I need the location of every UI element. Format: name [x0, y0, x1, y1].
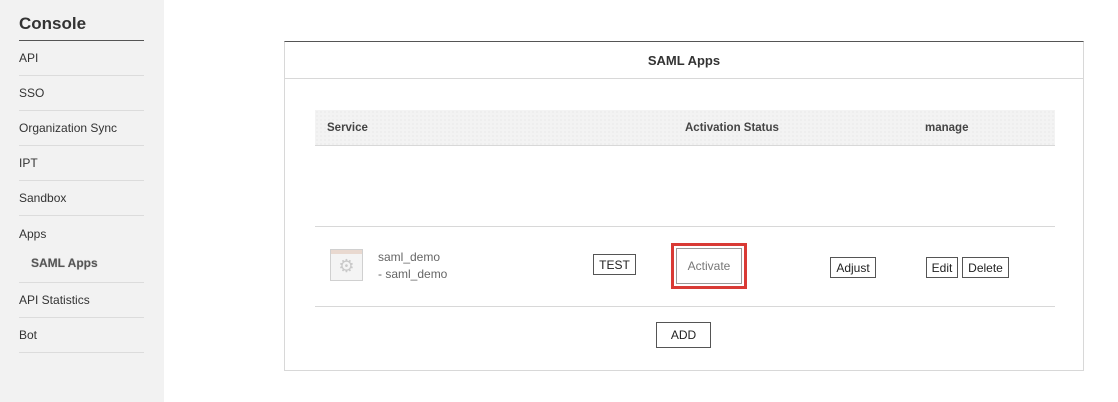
sidebar-item-api-statistics[interactable]: API Statistics [19, 283, 144, 318]
sidebar-item-apps: Apps SAML Apps [19, 216, 144, 283]
sidebar-nav: API SSO Organization Sync IPT Sandbox Ap… [19, 41, 144, 353]
delete-button[interactable]: Delete [962, 257, 1009, 278]
sidebar-item-sandbox[interactable]: Sandbox [19, 181, 144, 216]
gear-icon: ⚙ [338, 256, 355, 276]
sidebar-subitem-saml-apps[interactable]: SAML Apps [31, 256, 98, 270]
sidebar-item-sso[interactable]: SSO [19, 76, 144, 111]
test-button[interactable]: TEST [593, 254, 636, 275]
app-icon: ⚙ [330, 249, 363, 281]
saml-apps-panel: SAML Apps Service Activation Status mana… [284, 41, 1084, 371]
sidebar-title: Console [19, 14, 144, 41]
edit-button[interactable]: Edit [926, 257, 958, 278]
adjust-button[interactable]: Adjust [830, 257, 876, 278]
row-divider-bottom [315, 306, 1055, 307]
app-name-secondary: - saml_demo [378, 267, 448, 281]
column-header-activation-status: Activation Status [685, 122, 779, 134]
sidebar-item-api[interactable]: API [19, 41, 144, 76]
sidebar-item-apps-label[interactable]: Apps [19, 227, 46, 241]
sidebar-item-organization-sync[interactable]: Organization Sync [19, 111, 144, 146]
column-header-service: Service [327, 122, 368, 134]
activate-highlight: Activate [671, 243, 747, 289]
row-divider-top [315, 226, 1055, 227]
activate-button[interactable]: Activate [676, 248, 742, 284]
panel-title: SAML Apps [285, 42, 1083, 79]
sidebar: Console API SSO Organization Sync IPT Sa… [0, 0, 164, 402]
app-icon-bar [331, 250, 362, 254]
sidebar-item-bot[interactable]: Bot [19, 318, 144, 353]
column-header-manage: manage [925, 122, 969, 134]
app-name-primary: saml_demo [378, 250, 441, 264]
app-name: saml_demo - saml_demo [378, 249, 447, 283]
add-button[interactable]: ADD [656, 322, 711, 348]
table-header: Service Activation Status manage [315, 110, 1055, 146]
sidebar-item-ipt[interactable]: IPT [19, 146, 144, 181]
